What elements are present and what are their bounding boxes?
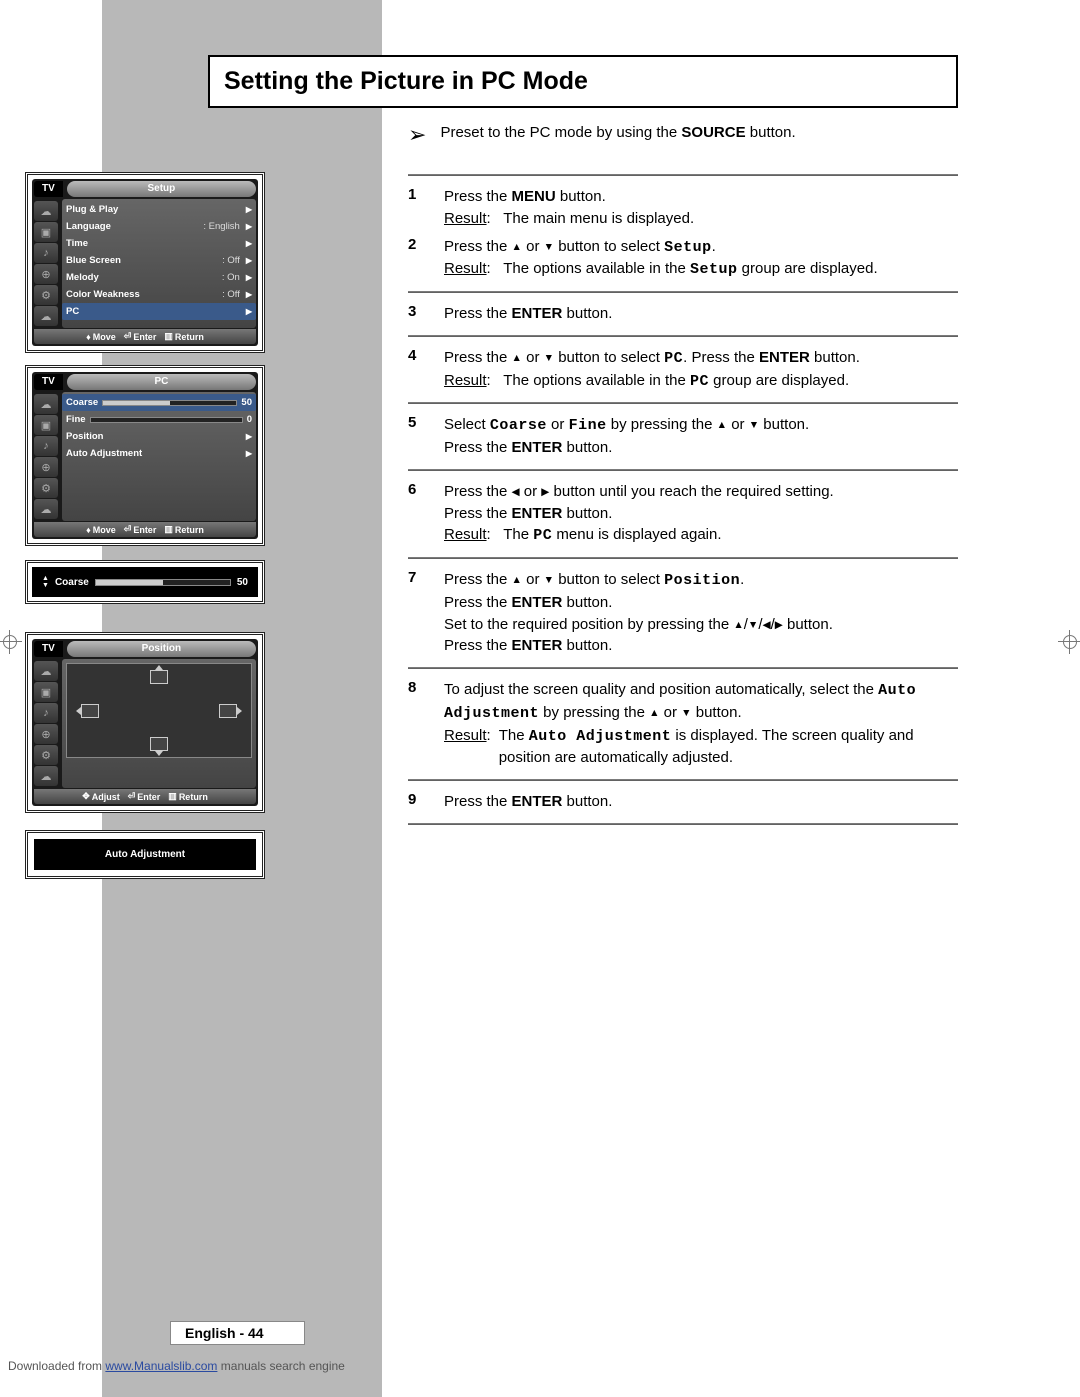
step-1: 1 Press the MENU button. Result: The mai… xyxy=(408,186,958,230)
return-icon: ▥ Return xyxy=(164,331,204,342)
step-6: 6 Press the ◀ or ▶ button until you reac… xyxy=(408,481,958,547)
steps-list: 1 Press the MENU button. Result: The mai… xyxy=(408,174,958,825)
crop-mark-right xyxy=(1058,630,1080,654)
step-8: 8 To adjust the screen quality and posit… xyxy=(408,679,958,769)
download-footer: Downloaded from www.Manualslib.com manua… xyxy=(8,1359,345,1373)
left-triangle-icon: ◀ xyxy=(512,486,520,498)
step-3: 3 Press the ENTER button. xyxy=(408,303,958,325)
pointer-icon: ➢ xyxy=(408,124,426,146)
osd-pc-screenshot: TVPC ☁▣♪⊕⚙☁ Coarse50 Fine0 Position▶ Aut… xyxy=(25,365,265,546)
position-up-icon xyxy=(150,670,168,684)
step-9: 9 Press the ENTER button. xyxy=(408,791,958,813)
step-number: 2 xyxy=(408,236,426,282)
updown-arrows-icon: ▲▼ xyxy=(42,575,49,589)
crop-mark-left xyxy=(0,630,22,654)
osd-auto-adjust-box: Auto Adjustment xyxy=(25,830,265,879)
osd-position-screenshot: TVPosition ☁▣♪⊕⚙☁ ✥ Adjust⏎ Enter▥ Retur… xyxy=(25,632,265,813)
page-title: Setting the Picture in PC Mode xyxy=(224,67,942,96)
osd-coarse-bar: ▲▼ Coarse 50 xyxy=(25,560,265,604)
down-triangle-icon: ▼ xyxy=(544,241,554,253)
step-5: 5 Select Coarse or Fine by pressing the … xyxy=(408,414,958,459)
title-box: Setting the Picture in PC Mode xyxy=(208,55,958,108)
divider xyxy=(408,174,958,176)
step-2: 2 Press the ▲ or ▼ button to select Setu… xyxy=(408,236,958,282)
step-number: 1 xyxy=(408,186,426,230)
step-4: 4 Press the ▲ or ▼ button to select PC. … xyxy=(408,347,958,393)
preset-text: Preset to the PC mode by using the SOURC… xyxy=(440,124,795,141)
page-language-badge: English - 44 xyxy=(170,1321,305,1345)
position-diagram xyxy=(66,663,252,758)
enter-icon: ⏎ Enter xyxy=(124,331,157,342)
up-triangle-icon: ▲ xyxy=(512,241,522,253)
manual-page: Setting the Picture in PC Mode ➢ Preset … xyxy=(0,0,1080,1397)
preset-note: ➢ Preset to the PC mode by using the SOU… xyxy=(408,124,972,146)
osd-setup-screenshot: TVSetup ☁ ▣♪⊕⚙☁ Plug & Play▶Language: En… xyxy=(25,172,265,353)
position-right-icon xyxy=(219,704,237,718)
updown-icon: ♦ Move xyxy=(86,331,116,342)
position-down-icon xyxy=(150,737,168,751)
step-body: Press the MENU button. Result: The main … xyxy=(444,186,958,230)
manualslib-link[interactable]: www.Manualslib.com xyxy=(105,1359,217,1373)
position-left-icon xyxy=(81,704,99,718)
step-7: 7 Press the ▲ or ▼ button to select Posi… xyxy=(408,569,958,657)
osd-category-icon: ☁ xyxy=(34,201,58,221)
